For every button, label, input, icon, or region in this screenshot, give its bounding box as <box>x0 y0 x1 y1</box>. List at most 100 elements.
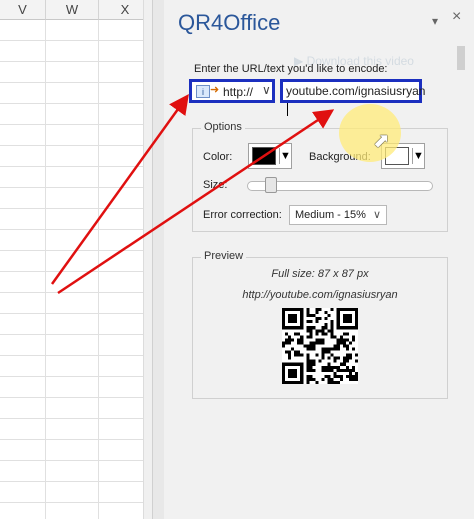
qr-module <box>306 320 310 324</box>
qr-module <box>309 332 313 336</box>
pane-splitter[interactable] <box>152 0 164 519</box>
qr-module <box>300 353 304 357</box>
color-picker[interactable]: ▼ <box>248 143 292 169</box>
qr-module <box>327 377 331 381</box>
grid-row[interactable] <box>0 41 152 62</box>
error-correction-select[interactable]: Medium - 15% ∨ <box>289 205 387 225</box>
qr-module <box>288 371 292 375</box>
qr-module <box>315 341 319 345</box>
qr-module <box>318 317 322 321</box>
pane-scrollbar-thumb[interactable] <box>457 46 465 70</box>
grid-row[interactable] <box>0 377 152 398</box>
grid-row[interactable] <box>0 209 152 230</box>
qr-module <box>315 338 319 342</box>
grid-row[interactable] <box>0 440 152 461</box>
encoded-url-text: http://youtube.com/ignasiusryan <box>242 289 398 301</box>
qr-module <box>291 338 295 342</box>
grid-row[interactable] <box>0 335 152 356</box>
grid-row[interactable] <box>0 83 152 104</box>
grid-row[interactable] <box>0 461 152 482</box>
qr-module <box>336 314 340 318</box>
grid-row[interactable] <box>0 398 152 419</box>
grid-row[interactable] <box>0 230 152 251</box>
sheet-scrollbar[interactable] <box>143 0 152 519</box>
column-header-w[interactable]: W <box>46 0 99 20</box>
qr-module <box>342 344 346 348</box>
qr-module <box>339 326 343 330</box>
qr-module <box>297 353 301 357</box>
grid-row[interactable] <box>0 62 152 83</box>
qr-module <box>300 326 304 330</box>
options-legend: Options <box>201 121 245 133</box>
qr-module <box>345 308 349 312</box>
qr-module <box>336 347 340 351</box>
qr-module <box>351 368 355 372</box>
qr-module <box>294 326 298 330</box>
grid-row[interactable] <box>0 419 152 440</box>
qr-module <box>291 308 295 312</box>
qr-module <box>324 374 328 378</box>
size-label: Size: <box>203 179 228 191</box>
grid-row[interactable] <box>0 272 152 293</box>
qr-module <box>336 308 340 312</box>
pin-icon[interactable]: ▾ <box>432 14 438 28</box>
qr-module <box>333 344 337 348</box>
qr-module <box>345 356 349 360</box>
qr-module <box>330 353 334 357</box>
qr-module <box>288 326 292 330</box>
qr-module <box>297 338 301 342</box>
protocol-select[interactable]: i ➜ http:// ∨ <box>189 79 275 103</box>
grid-row[interactable] <box>0 167 152 188</box>
qr-module <box>327 347 331 351</box>
qr-module <box>315 320 319 324</box>
grid-row[interactable] <box>0 314 152 335</box>
link-icon: i <box>196 85 210 98</box>
qr-module <box>294 371 298 375</box>
grid-row[interactable] <box>0 146 152 167</box>
qr-module <box>312 347 316 351</box>
grid-row[interactable] <box>0 104 152 125</box>
qr-module <box>348 326 352 330</box>
spreadsheet-grid[interactable]: V W X <box>0 0 152 519</box>
qr-module <box>321 326 325 330</box>
qr-module <box>336 326 340 330</box>
column-header-v[interactable]: V <box>0 0 46 20</box>
qr-module <box>318 338 322 342</box>
qr-module <box>282 323 286 327</box>
grid-row[interactable] <box>0 356 152 377</box>
qr-module <box>306 347 310 351</box>
close-icon[interactable]: × <box>452 8 461 26</box>
grid-row[interactable] <box>0 251 152 272</box>
qr-module <box>345 374 349 378</box>
qr-module <box>348 308 352 312</box>
pane-scrollbar[interactable] <box>456 44 466 519</box>
qr-module <box>345 338 349 342</box>
grid-row[interactable] <box>0 503 152 519</box>
qr-module <box>285 380 289 384</box>
size-slider-thumb[interactable] <box>265 177 277 193</box>
grid-row[interactable] <box>0 188 152 209</box>
grid-row[interactable] <box>0 125 152 146</box>
qr-module <box>345 326 349 330</box>
qr-module <box>309 365 313 369</box>
qr-module <box>324 317 328 321</box>
qr-module <box>309 341 313 345</box>
qr-module <box>348 374 352 378</box>
qr-module <box>354 371 358 375</box>
grid-row[interactable] <box>0 20 152 41</box>
grid-row[interactable] <box>0 293 152 314</box>
qr-module <box>339 341 343 345</box>
qr-module <box>297 308 301 312</box>
qr-module <box>294 374 298 378</box>
qr-module <box>354 308 358 312</box>
qr-module <box>327 362 331 366</box>
qr-module <box>321 347 325 351</box>
qr-module <box>324 365 328 369</box>
url-input[interactable]: youtube.com/ignasiusryan <box>280 79 425 117</box>
qr-module <box>309 347 313 351</box>
qr-module <box>309 377 313 381</box>
qr-module <box>321 377 325 381</box>
qr-module <box>306 368 310 372</box>
grid-row[interactable] <box>0 482 152 503</box>
qr-module <box>354 326 358 330</box>
